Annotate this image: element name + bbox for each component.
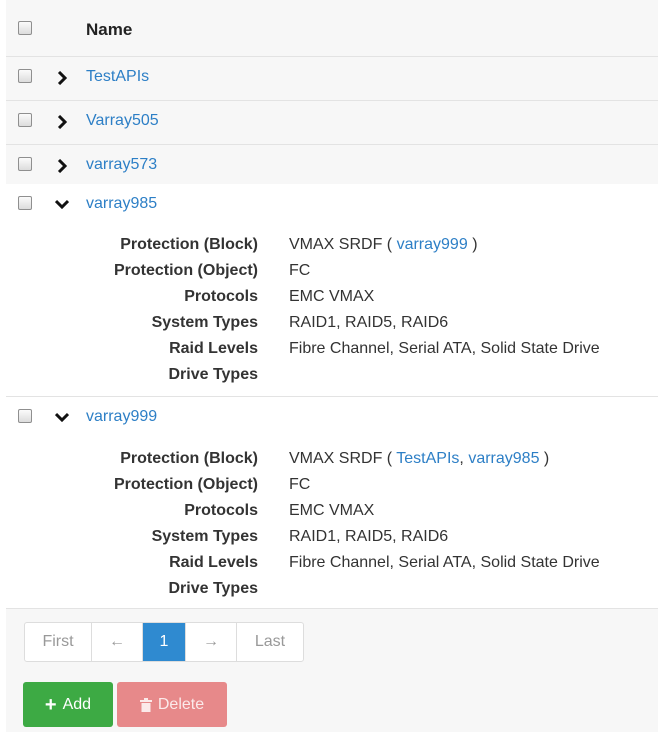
protection-link[interactable]: varray985 <box>468 450 539 467</box>
pagination: First ← 1 → Last <box>24 622 304 662</box>
protocols-value: EMC VMAX <box>289 288 375 305</box>
protection-link[interactable]: varray999 <box>397 236 468 253</box>
next-page-button[interactable]: → <box>186 623 237 661</box>
table-row-expanded[interactable]: varray985 Protection (Block) VMAX SRDF (… <box>6 184 658 397</box>
row-details: Protection (Block) VMAX SRDF ( varray999… <box>6 236 658 386</box>
raid-levels-value: Fibre Channel, Serial ATA, Solid State D… <box>289 340 600 357</box>
row-name-link[interactable]: varray985 <box>86 195 157 213</box>
select-all-checkbox[interactable] <box>18 21 32 35</box>
drive-types-label: Drive Types <box>168 580 258 597</box>
row-name-link[interactable]: varray573 <box>86 156 157 174</box>
protection-block-label: Protection (Block) <box>120 236 258 253</box>
protocols-label: Protocols <box>184 288 258 305</box>
protection-block-value: VMAX SRDF ( TestAPIs, varray985 ) <box>289 450 549 468</box>
pagination-bar: First ← 1 → Last <box>6 609 658 674</box>
row-checkbox[interactable] <box>18 113 32 127</box>
drive-types-label: Drive Types <box>168 366 258 383</box>
chevron-right-icon[interactable] <box>53 113 71 131</box>
system-types-label: System Types <box>151 314 258 331</box>
link-separator: , <box>459 450 469 467</box>
table-row[interactable]: varray573 <box>6 145 658 189</box>
virtual-array-table: Name TestAPIs Varray505 varray573 <box>6 0 658 189</box>
system-types-value: RAID1, RAID5, RAID6 <box>289 314 449 331</box>
row-name-link[interactable]: Varray505 <box>86 112 159 130</box>
name-column-header[interactable]: Name <box>86 20 132 40</box>
raid-levels-label: Raid Levels <box>169 554 258 571</box>
row-checkbox[interactable] <box>18 409 32 423</box>
row-name-link[interactable]: TestAPIs <box>86 68 149 86</box>
protection-block-prefix: VMAX SRDF ( <box>289 450 393 467</box>
protocols-value: EMC VMAX <box>289 502 375 519</box>
row-checkbox[interactable] <box>18 196 32 210</box>
protection-object-label: Protection (Object) <box>113 262 258 279</box>
table-row[interactable]: Varray505 <box>6 101 658 145</box>
system-types-value: RAID1, RAID5, RAID6 <box>289 528 449 545</box>
protection-object-label: Protection (Object) <box>113 476 258 493</box>
protection-block-label: Protection (Block) <box>120 450 258 467</box>
prev-page-button[interactable]: ← <box>92 623 143 661</box>
row-checkbox[interactable] <box>18 157 32 171</box>
system-types-label: System Types <box>151 528 258 545</box>
delete-button-label: Delete <box>157 695 205 713</box>
row-details: Protection (Block) VMAX SRDF ( TestAPIs,… <box>6 450 658 600</box>
table-header: Name <box>6 0 658 57</box>
add-button[interactable]: + Add <box>23 682 113 727</box>
delete-button[interactable]: Delete <box>117 682 227 727</box>
row-checkbox[interactable] <box>18 69 32 83</box>
action-bar: + Add Delete <box>6 673 658 732</box>
chevron-right-icon[interactable] <box>53 69 71 87</box>
trash-icon <box>139 697 152 712</box>
protection-block-suffix: ) <box>543 450 550 467</box>
table-row-expanded[interactable]: varray999 Protection (Block) VMAX SRDF (… <box>6 397 658 609</box>
chevron-down-icon[interactable] <box>53 195 71 213</box>
chevron-right-icon[interactable] <box>53 157 71 175</box>
page-1-button[interactable]: 1 <box>143 623 186 661</box>
protection-block-suffix: ) <box>472 236 478 253</box>
add-button-label: Add <box>62 695 92 713</box>
protocols-label: Protocols <box>184 502 258 519</box>
plus-icon: + <box>44 693 57 716</box>
first-page-button[interactable]: First <box>25 623 92 661</box>
table-row[interactable]: TestAPIs <box>6 57 658 101</box>
row-name-link[interactable]: varray999 <box>86 408 157 426</box>
protection-object-value: FC <box>289 262 311 279</box>
raid-levels-label: Raid Levels <box>169 340 258 357</box>
chevron-down-icon[interactable] <box>53 408 71 426</box>
last-page-button[interactable]: Last <box>237 623 303 661</box>
protection-block-value: VMAX SRDF ( varray999 ) <box>289 236 478 254</box>
protection-block-prefix: VMAX SRDF ( <box>289 236 393 253</box>
protection-object-value: FC <box>289 476 311 493</box>
protection-link[interactable]: TestAPIs <box>396 450 459 467</box>
raid-levels-value: Fibre Channel, Serial ATA, Solid State D… <box>289 554 600 571</box>
